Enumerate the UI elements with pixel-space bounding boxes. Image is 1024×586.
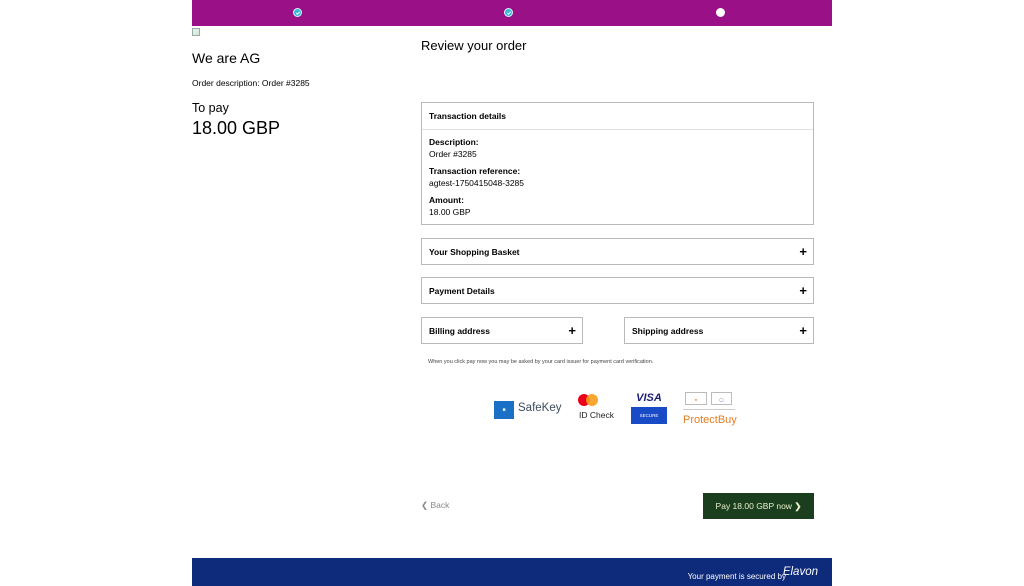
secured-by-text: Your payment is secured by [687, 572, 786, 581]
shipping-address-label: Shipping address [632, 325, 704, 336]
back-link[interactable]: ❮ Back [421, 500, 449, 511]
safekey-label: SafeKey [518, 402, 562, 414]
order-description: Order description: Order #3285 [192, 78, 310, 88]
security-badges: ■ SafeKey ID Check VISA SECURE ● ◯ Prote… [494, 389, 754, 431]
expand-plus-icon[interactable]: + [799, 324, 807, 337]
protectbuy-label: ProtectBuy [683, 414, 737, 426]
amount-value: 18.00 GBP [429, 206, 471, 217]
expand-plus-icon[interactable]: + [568, 324, 576, 337]
step-3-current-icon [716, 8, 725, 17]
step-2-check-icon [504, 8, 513, 17]
idcheck-label: ID Check [579, 410, 614, 420]
step-1-check-icon [293, 8, 302, 17]
to-pay-amount: 18.00 GBP [192, 118, 281, 138]
diners-logo-icon: ◯ [711, 392, 732, 405]
back-label: Back [430, 500, 450, 510]
page-title: Review your order [421, 38, 527, 53]
merchant-name: We are AG [192, 50, 261, 66]
visa-logo: VISA [636, 392, 662, 404]
progress-bar [192, 0, 832, 26]
expand-plus-icon[interactable]: + [799, 245, 807, 258]
visa-secure-badge: SECURE [631, 407, 667, 424]
protectbuy-divider [683, 409, 735, 410]
to-pay-label: To pay [192, 101, 229, 115]
shopping-basket-label: Your Shopping Basket [429, 246, 520, 257]
amex-logo-icon: ■ [494, 401, 514, 419]
description-label: Description: [429, 137, 479, 147]
mastercard-logo-icon [578, 394, 598, 406]
chevron-right-icon: ❯ [794, 500, 802, 511]
payment-details-accordion[interactable]: Payment Details + [421, 277, 814, 304]
merchant-logo-image [192, 28, 200, 36]
pay-now-button[interactable]: Pay 18.00 GBP now ❯ [703, 493, 814, 519]
transaction-details-panel: Transaction details Description: Order #… [421, 102, 814, 225]
payment-page: We are AG Order description: Order #3285… [192, 0, 832, 586]
elavon-logo: Elavon [782, 566, 818, 578]
description-value: Order #3285 [429, 148, 477, 159]
amount-label: Amount: [429, 195, 464, 205]
billing-address-label: Billing address [429, 325, 490, 336]
verification-notice: When you click pay now you may be asked … [428, 359, 654, 365]
shipping-address-accordion[interactable]: Shipping address + [624, 317, 814, 344]
transaction-reference-label: Transaction reference: [429, 166, 521, 176]
shopping-basket-accordion[interactable]: Your Shopping Basket + [421, 238, 814, 265]
billing-address-accordion[interactable]: Billing address + [421, 317, 583, 344]
pay-now-label: Pay 18.00 GBP now [715, 500, 792, 511]
transaction-reference-value: agtest-1750415048-3285 [429, 177, 524, 188]
discover-logo-icon: ● [685, 392, 707, 405]
chevron-left-icon: ❮ [421, 500, 429, 510]
payment-details-label: Payment Details [429, 285, 495, 296]
transaction-details-heading: Transaction details [422, 103, 813, 130]
footer: Your payment is secured by Elavon [192, 558, 832, 586]
expand-plus-icon[interactable]: + [799, 284, 807, 297]
